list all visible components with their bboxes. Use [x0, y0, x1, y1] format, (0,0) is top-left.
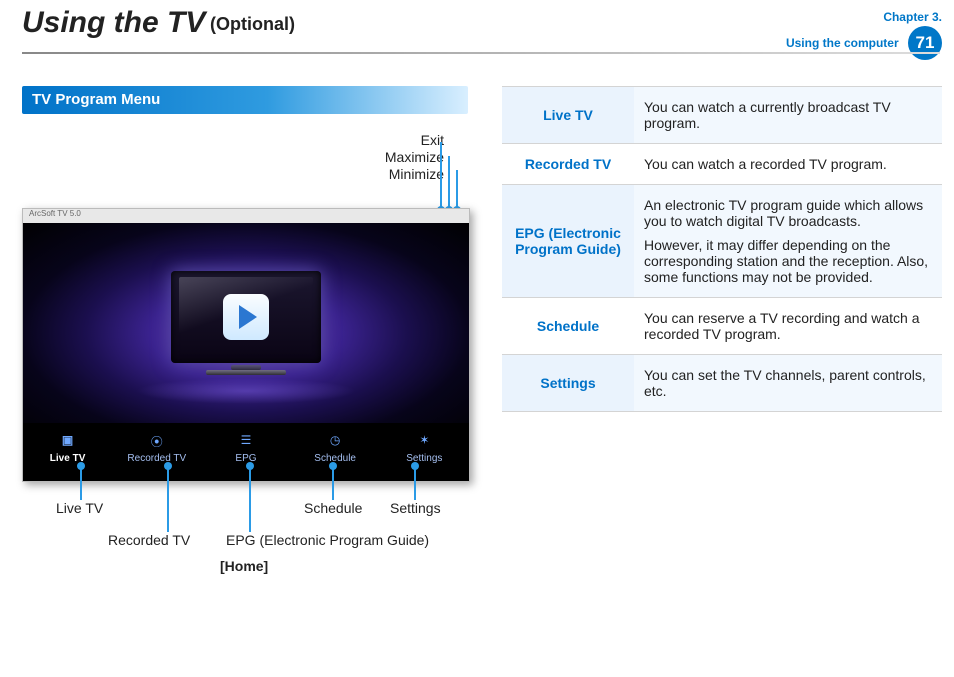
nav-label: Recorded TV	[127, 453, 186, 464]
connector-line	[80, 466, 82, 500]
nav-settings[interactable]: ✶Settings	[383, 433, 465, 464]
home-caption: [Home]	[220, 558, 268, 574]
connector-line	[440, 142, 442, 208]
maximize-label: Maximize	[374, 149, 444, 166]
app-titlebar: ArcSoft TV 5.0	[23, 209, 469, 223]
right-column: Live TV You can watch a currently broadc…	[502, 86, 942, 412]
connector-line	[249, 466, 251, 532]
tv-app-screenshot: ArcSoft TV 5.0 ▣Live TV	[22, 208, 470, 482]
chapter-line1: Chapter 3.	[883, 10, 942, 24]
connector-line	[456, 170, 458, 208]
section-heading: TV Program Menu	[22, 86, 468, 114]
nav-schedule[interactable]: ◷Schedule	[294, 433, 376, 464]
minimize-label: Minimize	[374, 166, 444, 183]
term-schedule: Schedule	[502, 298, 634, 355]
header-rule	[22, 52, 940, 54]
definitions-table: Live TV You can watch a currently broadc…	[502, 86, 942, 412]
callout-settings: Settings	[390, 500, 441, 516]
desc-recorded-tv: You can watch a recorded TV program.	[634, 144, 942, 185]
window-control-labels: Exit Maximize Minimize	[374, 132, 444, 182]
table-row: Recorded TV You can watch a recorded TV …	[502, 144, 942, 185]
term-settings: Settings	[502, 355, 634, 412]
desc-settings: You can set the TV channels, parent cont…	[634, 355, 942, 412]
table-row: Live TV You can watch a currently broadc…	[502, 87, 942, 144]
callout-recorded-tv: Recorded TV	[108, 532, 190, 548]
chapter-line2: Using the computer	[786, 36, 899, 50]
callout-schedule: Schedule	[304, 500, 362, 516]
app-name: ArcSoft TV 5.0	[29, 209, 81, 218]
desc-live-tv: You can watch a currently broadcast TV p…	[634, 87, 942, 144]
connector-line	[167, 466, 169, 532]
play-icon[interactable]	[223, 294, 269, 340]
app-nav: ▣Live TV ⦿Recorded TV ☰EPG ◷Schedule ✶Se…	[23, 423, 469, 481]
app-stage	[23, 223, 469, 423]
tv-glow	[136, 378, 356, 404]
page-title: Using the TV	[22, 6, 205, 40]
left-column: TV Program Menu Exit Maximize Minimize A…	[22, 86, 468, 114]
term-epg: EPG (Electronic Program Guide)	[502, 185, 634, 298]
page-number-badge: 71	[908, 26, 942, 60]
callout-live-tv: Live TV	[56, 500, 103, 516]
nav-epg[interactable]: ☰EPG	[205, 433, 287, 464]
table-row: Schedule You can reserve a TV recording …	[502, 298, 942, 355]
nav-live-tv[interactable]: ▣Live TV	[27, 433, 109, 464]
term-live-tv: Live TV	[502, 87, 634, 144]
tv-illustration	[171, 271, 321, 375]
desc-epg: An electronic TV program guide which all…	[634, 185, 942, 298]
connector-line	[448, 156, 450, 208]
nav-recorded-tv[interactable]: ⦿Recorded TV	[116, 433, 198, 464]
connector-line	[332, 466, 334, 500]
exit-label: Exit	[374, 132, 444, 149]
page-subtitle: (Optional)	[210, 14, 295, 35]
nav-label: EPG	[235, 453, 256, 464]
page-header: Using the TV (Optional) Chapter 3. Using…	[0, 0, 954, 56]
callout-epg: EPG (Electronic Program Guide)	[226, 532, 429, 548]
connector-line	[414, 466, 416, 500]
table-row: EPG (Electronic Program Guide) An electr…	[502, 185, 942, 298]
term-recorded-tv: Recorded TV	[502, 144, 634, 185]
desc-schedule: You can reserve a TV recording and watch…	[634, 298, 942, 355]
table-row: Settings You can set the TV channels, pa…	[502, 355, 942, 412]
